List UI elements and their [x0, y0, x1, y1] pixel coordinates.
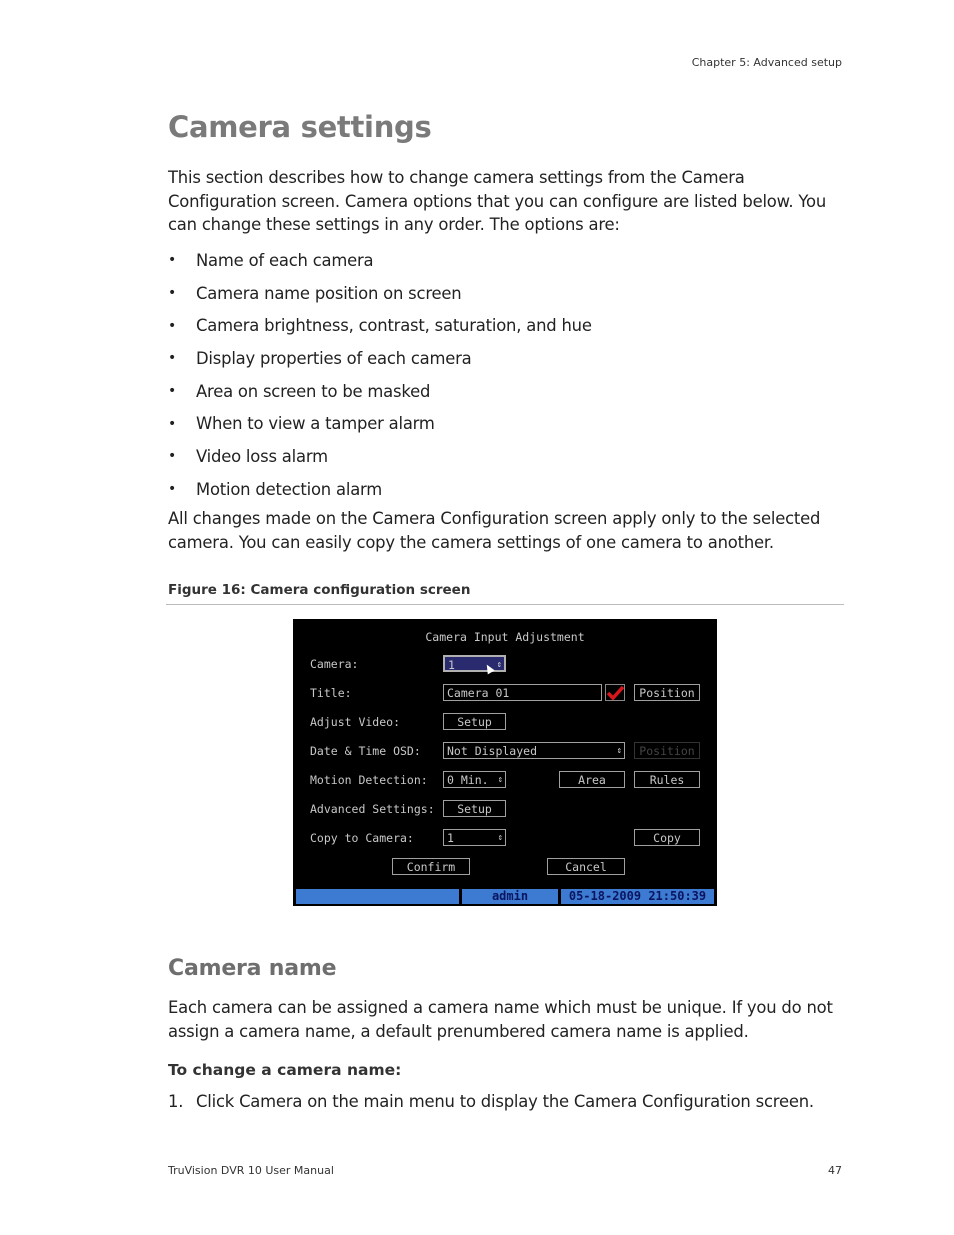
title-input[interactable]: Camera 01 [443, 684, 602, 701]
list-item: • Name of each camera [168, 244, 592, 277]
procedure-step: 1. Click Camera on the main menu to disp… [168, 1092, 814, 1111]
status-user: admin [462, 889, 558, 904]
list-item: • Camera name position on screen [168, 277, 592, 310]
bullet-icon: • [168, 317, 177, 334]
list-item-text: Video loss alarm [196, 446, 328, 466]
bullet-icon: • [168, 383, 177, 400]
list-item-text: Camera brightness, contrast, saturation,… [196, 316, 592, 336]
osd-position-button[interactable]: Position [634, 742, 700, 759]
intro-paragraph: This section describes how to change cam… [168, 168, 827, 234]
spinner-icon: ⇕ [497, 775, 503, 785]
status-datetime: 05-18-2009 21:50:39 [561, 889, 714, 904]
date-time-osd-select[interactable]: Not Displayed ⇕ [443, 742, 625, 759]
bullet-icon: • [168, 415, 177, 432]
copy-button[interactable]: Copy [634, 829, 700, 846]
footer-manual-title: TruVision DVR 10 User Manual [168, 1164, 334, 1177]
section-title: Camera settings [168, 110, 432, 144]
subsection-paragraph: Each camera can be assigned a camera nam… [168, 998, 833, 1041]
camera-select[interactable]: 1 ⇕ [443, 655, 506, 672]
copy-to-camera-select[interactable]: 1 ⇕ [443, 829, 506, 846]
checkmark-icon [606, 685, 625, 701]
spinner-icon: ⇕ [497, 833, 503, 843]
running-header: Chapter 5: Advanced setup [691, 56, 842, 69]
title-label: Title: [310, 686, 352, 700]
copy-to-camera-label: Copy to Camera: [310, 831, 414, 845]
list-item: • Motion detection alarm [168, 473, 592, 506]
status-bar: admin 05-18-2009 21:50:39 [296, 889, 714, 904]
camera-value: 1 [448, 658, 455, 672]
title-position-button[interactable]: Position [634, 684, 700, 701]
advanced-setup-button[interactable]: Setup [443, 800, 506, 817]
date-time-osd-value: Not Displayed [447, 744, 538, 758]
spinner-icon: ⇕ [616, 746, 622, 756]
area-button[interactable]: Area [559, 771, 625, 788]
date-time-osd-label: Date & Time OSD: [310, 744, 421, 758]
bullet-icon: • [168, 350, 177, 367]
camera-config-screenshot: Camera Input Adjustment Camera: 1 ⇕ Titl… [293, 619, 717, 906]
status-blank [296, 889, 459, 904]
camera-label: Camera: [310, 657, 359, 671]
adjust-video-label: Adjust Video: [310, 715, 401, 729]
list-item-text: Motion detection alarm [196, 479, 383, 499]
motion-detection-select[interactable]: 0 Min. ⇕ [443, 771, 506, 788]
list-item-text: Display properties of each camera [196, 348, 472, 368]
title-display-checkbox[interactable] [605, 684, 625, 701]
list-item: • When to view a tamper alarm [168, 407, 592, 440]
step-text: Click Camera on the main menu to display… [196, 1092, 814, 1111]
spinner-icon: ⇕ [496, 660, 502, 670]
list-item-text: Area on screen to be masked [196, 381, 431, 401]
list-item: • Video loss alarm [168, 440, 592, 473]
list-item: • Display properties of each camera [168, 342, 592, 375]
procedure-title: To change a camera name: [168, 1061, 402, 1079]
motion-detection-value: 0 Min. [447, 773, 489, 787]
adjust-video-setup-button[interactable]: Setup [443, 713, 506, 730]
list-item-text: When to view a tamper alarm [196, 414, 435, 434]
list-item: • Camera brightness, contrast, saturation… [168, 309, 592, 342]
advanced-settings-label: Advanced Settings: [310, 802, 435, 816]
caption-divider [166, 604, 844, 605]
rules-button[interactable]: Rules [634, 771, 700, 788]
bullet-icon: • [168, 252, 177, 269]
step-number: 1. [168, 1092, 184, 1111]
closing-paragraph: All changes made on the Camera Configura… [168, 509, 821, 552]
list-item-text: Camera name position on screen [196, 283, 462, 303]
confirm-button[interactable]: Confirm [392, 858, 470, 875]
list-item-text: Name of each camera [196, 250, 374, 270]
figure-caption: Figure 16: Camera configuration screen [168, 582, 471, 598]
page-number: 47 [828, 1164, 842, 1177]
screen-title: Camera Input Adjustment [425, 630, 585, 644]
options-list: • Name of each camera • Camera name positi… [168, 244, 592, 506]
bullet-icon: • [168, 481, 177, 498]
bullet-icon: • [168, 285, 177, 302]
list-item: • Area on screen to be masked [168, 375, 592, 408]
motion-detection-label: Motion Detection: [310, 773, 428, 787]
copy-to-camera-value: 1 [447, 831, 454, 845]
cancel-button[interactable]: Cancel [547, 858, 625, 875]
bullet-icon: • [168, 448, 177, 465]
subsection-title: Camera name [168, 956, 337, 981]
